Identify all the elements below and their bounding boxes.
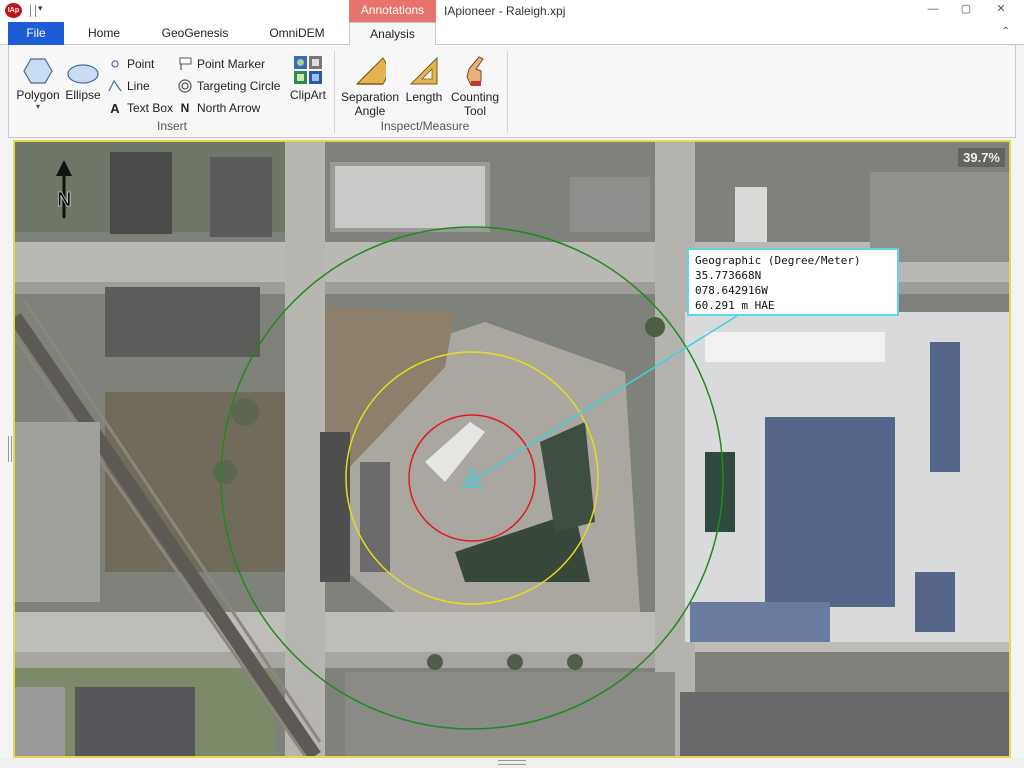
separation-angle-button[interactable]: Separation Angle — [339, 55, 401, 118]
inspect-measure-group-label: Inspect/Measure — [380, 119, 470, 133]
clipart-label: ClipArt — [289, 88, 326, 102]
tab-geogenesis[interactable]: GeoGenesis — [152, 22, 238, 45]
line-icon — [107, 78, 123, 94]
separation-angle-label-1: Separation — [340, 90, 400, 104]
ribbon-tab-row: File Home GeoGenesis OmniDEM Analysis ⌃ — [0, 22, 1024, 46]
point-button[interactable]: Point — [107, 55, 154, 73]
ruler-triangle-icon — [409, 56, 438, 85]
polygon-icon — [23, 58, 53, 84]
quick-access-dropdown-icon[interactable]: ▾ — [38, 3, 43, 14]
zoom-level-badge: 39.7% — [958, 148, 1005, 167]
callout-elevation: 60.291 m HAE — [695, 299, 775, 312]
targeting-circle-button[interactable]: Targeting Circle — [177, 77, 280, 95]
north-arrow-button[interactable]: N North Arrow — [177, 99, 261, 117]
counting-tool-label-1: Counting — [450, 90, 500, 104]
insert-group-label: Insert — [156, 119, 187, 133]
map-view[interactable]: N 39.7% Geographic (Degree/Meter) 35.773… — [13, 140, 1011, 758]
polygon-button[interactable]: Polygon ▾ — [14, 57, 62, 111]
polygon-label: Polygon — [16, 88, 60, 102]
north-arrow-letter: N — [57, 189, 71, 211]
maximize-button[interactable]: ▢ — [953, 2, 979, 18]
ellipse-button[interactable]: Ellipse — [65, 63, 101, 102]
clipart-icon — [294, 56, 322, 84]
tab-analysis[interactable]: Analysis — [349, 22, 436, 46]
point-marker-label: Point Marker — [197, 57, 266, 71]
callout-latitude: 35.773668N — [695, 269, 762, 282]
length-label: Length — [405, 90, 443, 104]
north-arrow-label: North Arrow — [197, 101, 261, 115]
ellipse-icon — [67, 64, 99, 84]
tab-file[interactable]: File — [8, 22, 64, 45]
group-separator — [507, 51, 508, 133]
app-logo-icon[interactable]: IAp — [5, 3, 22, 18]
polygon-dropdown-icon[interactable]: ▾ — [14, 102, 62, 111]
line-button[interactable]: Line — [107, 77, 150, 95]
bottom-splitter-grip[interactable] — [498, 760, 526, 765]
callout-longitude: 078.642916W — [695, 284, 768, 297]
point-marker-icon — [177, 56, 193, 72]
length-button[interactable]: Length — [403, 55, 445, 104]
point-icon — [107, 56, 123, 72]
left-splitter-grip[interactable] — [8, 436, 12, 462]
point-label: Point — [127, 57, 155, 71]
text-box-label: Text Box — [127, 101, 174, 115]
clipart-button[interactable]: ClipArt — [285, 55, 331, 102]
counting-tool-button[interactable]: Counting Tool — [449, 55, 501, 118]
line-label: Line — [127, 79, 150, 93]
context-tab-annotations: Annotations — [349, 0, 436, 22]
title-bar: IAp ▾ Annotations IApioneer - Raleigh.xp… — [0, 0, 1024, 22]
tab-omnidem[interactable]: OmniDEM — [258, 22, 336, 45]
tab-home[interactable]: Home — [74, 22, 134, 45]
text-box-icon: A — [110, 100, 120, 116]
targeting-circle-icon — [177, 78, 193, 94]
coordinate-callout[interactable]: Geographic (Degree/Meter) 35.773668N 078… — [687, 248, 899, 316]
north-arrow-icon: N — [180, 101, 190, 115]
point-marker-button[interactable]: Point Marker — [177, 55, 265, 73]
counting-tool-label-2: Tool — [463, 104, 486, 118]
callout-title: Geographic (Degree/Meter) — [695, 254, 861, 267]
close-button[interactable]: ✕ — [988, 2, 1014, 18]
text-box-button[interactable]: A Text Box — [107, 99, 173, 117]
aerial-imagery: N — [15, 142, 1009, 756]
ellipse-label: Ellipse — [65, 88, 101, 102]
pointing-hand-icon — [466, 56, 484, 86]
separation-angle-label-2: Angle — [354, 104, 386, 118]
minimize-button[interactable]: — — [920, 2, 946, 18]
ribbon-collapse-icon[interactable]: ⌃ — [1002, 26, 1010, 37]
protractor-icon — [355, 57, 386, 85]
group-separator — [334, 51, 335, 133]
targeting-circle-label: Targeting Circle — [197, 79, 281, 93]
ribbon-panel: Polygon ▾ Ellipse Point Line A Text Box … — [8, 45, 1016, 138]
quick-access-separator — [30, 5, 36, 17]
window-title: IApioneer - Raleigh.xpj — [444, 4, 566, 18]
